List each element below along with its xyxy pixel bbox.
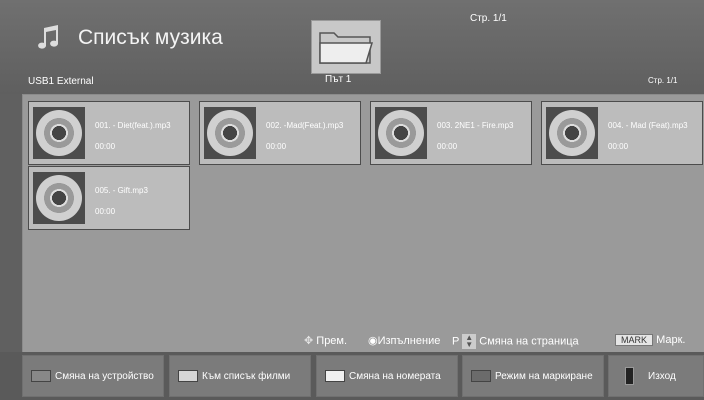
to-movies-button[interactable]: Към списък филми	[169, 355, 311, 397]
mark-hint: MARK Марк.	[615, 334, 685, 346]
move-label: Прем.	[316, 335, 348, 347]
mark-mode-button[interactable]: Режим на маркиране	[462, 355, 604, 397]
file-name: 001. - Diet(feat.).mp3	[95, 121, 171, 130]
mark-mode-label: Режим на маркиране	[495, 370, 593, 382]
device-label: USB1 External	[28, 76, 94, 87]
disc-icon	[36, 110, 82, 156]
mark-key-icon: MARK	[615, 334, 654, 346]
file-time: 00:00	[608, 142, 629, 151]
ok-button-icon: ◉	[368, 335, 378, 347]
green-key-icon	[178, 370, 198, 382]
play-hint: ◉Изпълнение	[368, 334, 440, 347]
folder-icon[interactable]	[311, 20, 381, 74]
file-time: 00:00	[95, 142, 116, 151]
file-time: 00:00	[437, 142, 458, 151]
file-item[interactable]: 005. - Gift.mp3 00:00	[28, 166, 190, 230]
file-item[interactable]: 003. 2NE1 - Fire.mp3 00:00	[370, 101, 532, 165]
music-note-icon	[38, 25, 58, 49]
yellow-key-icon	[325, 370, 345, 382]
file-item[interactable]: 001. - Diet(feat.).mp3 00:00	[28, 101, 190, 165]
file-name: 004. - Mad (Feat).mp3	[608, 121, 688, 130]
change-numbers-label: Смяна на номерата	[349, 370, 441, 382]
p-label: P	[452, 335, 460, 348]
mark-label: Марк.	[656, 334, 686, 346]
path-label: Път 1	[325, 74, 352, 85]
exit-label: Изход	[648, 370, 676, 382]
change-numbers-button[interactable]: Смяна на номерата	[316, 355, 458, 397]
page-indicator-right: Стр. 1/1	[648, 76, 678, 85]
disc-icon	[378, 110, 424, 156]
file-item[interactable]: 002. -Mad(Feat.).mp3 00:00	[199, 101, 361, 165]
file-name: 002. -Mad(Feat.).mp3	[266, 121, 344, 130]
disc-thumbnail	[546, 107, 598, 159]
file-item[interactable]: 004. - Mad (Feat).mp3 00:00	[541, 101, 703, 165]
bottom-bar: Смяна на устройство Към списък филми Смя…	[0, 352, 704, 400]
to-movies-label: Към списък филми	[202, 370, 291, 382]
hint-bar: ✥ Прем. ◉Изпълнение P ▲ ▼ Смяна на страни…	[0, 326, 704, 354]
exit-button[interactable]: Изход	[608, 355, 704, 397]
file-name: 005. - Gift.mp3	[95, 186, 148, 195]
disc-thumbnail	[204, 107, 256, 159]
page-change-label: Смяна на страница	[479, 335, 579, 348]
disc-icon	[207, 110, 253, 156]
blue-key-icon	[471, 370, 491, 382]
file-time: 00:00	[266, 142, 287, 151]
change-device-label: Смяна на устройство	[55, 370, 154, 382]
page-hint: P ▲ ▼ Смяна на страница	[452, 334, 579, 349]
exit-icon	[625, 367, 634, 385]
change-device-button[interactable]: Смяна на устройство	[22, 355, 164, 397]
disc-thumbnail	[375, 107, 427, 159]
file-name: 003. 2NE1 - Fire.mp3	[437, 121, 514, 130]
play-label: Изпълнение	[377, 335, 441, 347]
page-indicator-top: Стр. 1/1	[470, 13, 507, 24]
red-key-icon	[31, 370, 51, 382]
disc-thumbnail	[33, 172, 85, 224]
page-title: Списък музика	[78, 26, 223, 49]
move-hint: ✥ Прем.	[304, 334, 347, 347]
disc-icon	[36, 175, 82, 221]
file-list-panel: 001. - Diet(feat.).mp3 00:00 002. -Mad(F…	[22, 94, 704, 354]
header: Списък музика Стр. 1/1 USB1 External Път…	[0, 0, 704, 94]
disc-icon	[549, 110, 595, 156]
page-updown-icon: ▲ ▼	[462, 334, 477, 349]
dpad-icon: ✥	[304, 335, 314, 347]
file-time: 00:00	[95, 207, 116, 216]
disc-thumbnail	[33, 107, 85, 159]
